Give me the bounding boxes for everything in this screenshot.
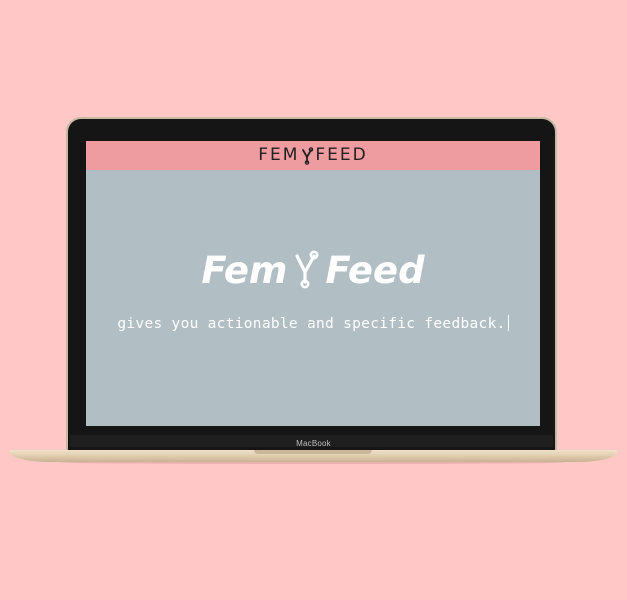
logo-text-left: FEM: [258, 145, 300, 165]
hero-section: Fem Feed: [86, 250, 540, 290]
laptop-notch: [254, 450, 372, 454]
fork-icon: [295, 250, 319, 289]
device-label: MacBook: [296, 439, 331, 448]
hero-title-left: Fem: [201, 248, 288, 292]
tagline-text: gives you actionable and specific feedba…: [117, 316, 506, 332]
logo-text-right: FEED: [315, 145, 368, 165]
typed-tagline: gives you actionable and specific feedba…: [86, 315, 540, 332]
hero-title-right: Feed: [325, 248, 425, 292]
hero-title: Fem Feed: [201, 248, 425, 292]
fork-icon: [302, 146, 314, 165]
text-cursor: [507, 315, 509, 331]
nav-logo-link[interactable]: FEM FEED: [258, 147, 368, 165]
nav-bar: FEM FEED: [86, 141, 540, 170]
browser-viewport: FEM FEED Fem Feed gives you actionable a…: [86, 141, 540, 426]
